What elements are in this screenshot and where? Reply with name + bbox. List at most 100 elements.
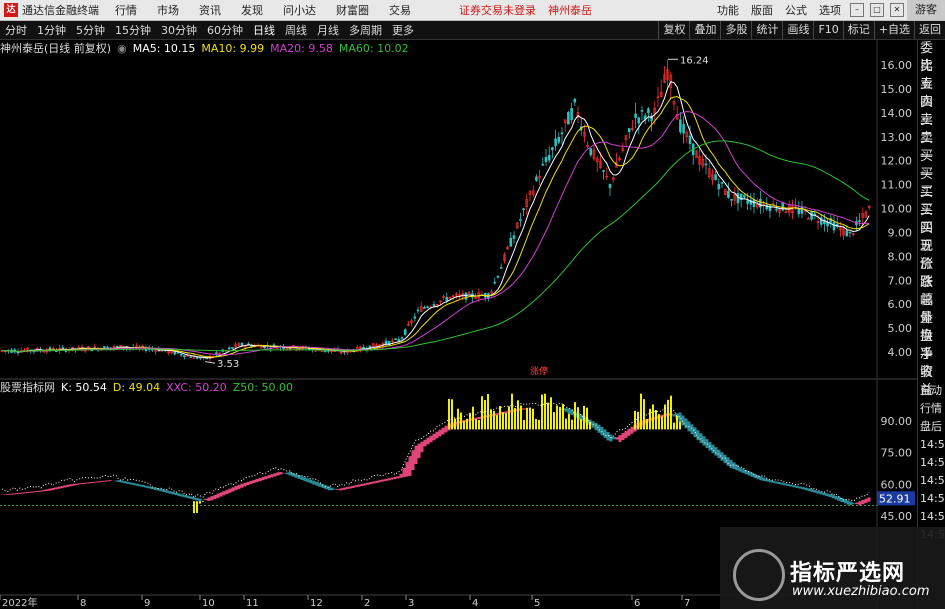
period-tab-monthly[interactable]: 月线 [317, 22, 339, 38]
date-tick-label: 7 [684, 598, 690, 609]
candle-body [554, 138, 557, 147]
period-tab-multi[interactable]: 多周期 [349, 22, 382, 38]
candle-body [557, 136, 561, 143]
candle-body [445, 297, 449, 301]
side-panel-item: 卖五 [920, 59, 934, 92]
candle-body [647, 108, 650, 114]
watermark-logo-icon [733, 549, 785, 601]
ma20-line [1, 110, 870, 356]
close-icon[interactable]: ✕ [890, 3, 904, 17]
period-tab-weekly[interactable]: 周线 [285, 22, 307, 38]
menu-ask[interactable]: 问小达 [283, 2, 316, 18]
side-panel-item: 14:50 [920, 492, 945, 505]
indicator-panel [0, 393, 871, 514]
indicator-info-bar: 股票指标网 K: 50.54 D: 49.04 XXC: 50.20 Z50: … [0, 380, 299, 395]
side-panel-item: 买一 [920, 149, 934, 182]
candle-body [858, 220, 861, 222]
low-label: 3.53 [217, 359, 239, 370]
period-tab-1min[interactable]: 1分钟 [37, 22, 66, 38]
side-panel-item: 卖一 [920, 131, 934, 164]
side-panel-item: 涨跌 [920, 257, 934, 290]
price-tick-label: 7.00 [888, 274, 913, 287]
date-tick-label: 4 [472, 598, 478, 609]
tool-mark[interactable]: 标记 [842, 21, 874, 39]
tool-overlay[interactable]: 叠加 [689, 21, 720, 39]
candle-body [384, 340, 388, 345]
side-panel-item: 外盘 [920, 311, 934, 344]
date-tick-label: 3 [408, 598, 414, 609]
candle-body [231, 347, 234, 349]
menu-layout[interactable]: 版面 [751, 2, 773, 18]
price-tick-label: 6.00 [888, 298, 913, 311]
side-panel-item: 净资 [920, 347, 934, 380]
date-tick-label: 5 [534, 598, 540, 609]
period-tab-60min[interactable]: 60分钟 [207, 22, 243, 38]
tool-stats[interactable]: 统计 [751, 21, 782, 39]
period-bar: 分时 1分钟 5分钟 15分钟 30分钟 60分钟 日线 周线 月线 多周期 更… [0, 21, 945, 40]
period-tab-30min[interactable]: 30分钟 [161, 22, 197, 38]
menu-trade[interactable]: 交易 [389, 2, 411, 18]
menu-news[interactable]: 资讯 [199, 2, 221, 18]
menu-discover[interactable]: 发现 [241, 2, 263, 18]
price-tick-label: 15.00 [881, 83, 913, 96]
minimize-icon[interactable]: – [850, 3, 864, 17]
price-tick-label: 11.00 [881, 179, 913, 192]
side-panel-item: 自动 [920, 384, 942, 397]
period-tab-more[interactable]: 更多 [392, 22, 414, 38]
candle-body [394, 338, 397, 341]
low-pointer [204, 361, 216, 364]
guest-label[interactable]: 游客 [907, 0, 945, 20]
candle-body [400, 337, 404, 339]
date-tick-label: 12 [310, 598, 323, 609]
tool-draw[interactable]: 画线 [782, 21, 813, 39]
side-panel-item: 14:50 [920, 474, 945, 487]
candle-body [179, 353, 183, 356]
candle-body [637, 117, 641, 124]
candle-body [602, 170, 605, 172]
side-panel-item: 委比 [920, 41, 934, 74]
period-tab-5min[interactable]: 5分钟 [76, 22, 105, 38]
menu-market[interactable]: 市场 [157, 2, 179, 18]
date-tick-label: 10 [202, 598, 215, 609]
period-tab-15min[interactable]: 15分钟 [115, 22, 151, 38]
candle-body [61, 347, 65, 349]
candle-body [727, 190, 730, 198]
menu-wealth[interactable]: 财富圈 [336, 2, 369, 18]
ma10-line [1, 96, 870, 358]
candle-body [627, 128, 631, 133]
menu-function[interactable]: 功能 [717, 2, 739, 18]
indicator-tick-label: 75.00 [881, 447, 913, 460]
candle-body [573, 98, 577, 103]
menu-options[interactable]: 选项 [819, 2, 841, 18]
period-tab-daily[interactable]: 日线 [253, 22, 275, 38]
candle-body [567, 112, 570, 125]
price-tick-label: 9.00 [888, 226, 913, 239]
date-tick-label: 2 [364, 598, 370, 609]
candle-body [115, 346, 119, 348]
maximize-icon[interactable]: □ [870, 3, 884, 17]
tool-fuquan[interactable]: 复权 [658, 21, 689, 39]
tool-add-watch[interactable]: +自选 [873, 21, 914, 39]
candle-body [551, 147, 554, 151]
tool-back[interactable]: 返回 [914, 21, 945, 39]
tool-multi[interactable]: 多股 [720, 21, 751, 39]
price-tick-label: 5.00 [888, 322, 913, 335]
menu-hq[interactable]: 行情 [115, 2, 137, 18]
z50-label: Z50: 50.00 [232, 380, 293, 394]
candle-body [509, 237, 513, 247]
candle-body [416, 309, 420, 312]
candle-body [845, 230, 849, 237]
candle-body [736, 192, 740, 204]
menu-bar: 达 通达信金融终端 行情 市场 资讯 发现 问小达 财富圈 交易 证券交易未登录… [0, 0, 945, 21]
candle-body [704, 163, 708, 166]
trade-login-warning[interactable]: 证券交易未登录 [459, 2, 536, 18]
xxc-label: XXC: 50.20 [166, 380, 227, 394]
tool-f10[interactable]: F10 [813, 21, 842, 39]
period-tab-fenshi[interactable]: 分时 [5, 22, 27, 38]
side-panel-item: 涨幅 [920, 275, 934, 308]
kline-chart[interactable]: 16.00 15.00 14.00 13.00 12.00 11.00 10.00 9.00 8… [0, 40, 918, 609]
candle-body [189, 356, 193, 358]
menu-formula[interactable]: 公式 [785, 2, 807, 18]
quote-side-panel: 委比 卖五 卖四 卖三 卖二 卖一 买一 买二 买三 买四 买五 现价 涨跌 涨幅 总量 外盘 换手 净资 收益 自动… [917, 40, 945, 609]
ma5-line [1, 81, 870, 359]
